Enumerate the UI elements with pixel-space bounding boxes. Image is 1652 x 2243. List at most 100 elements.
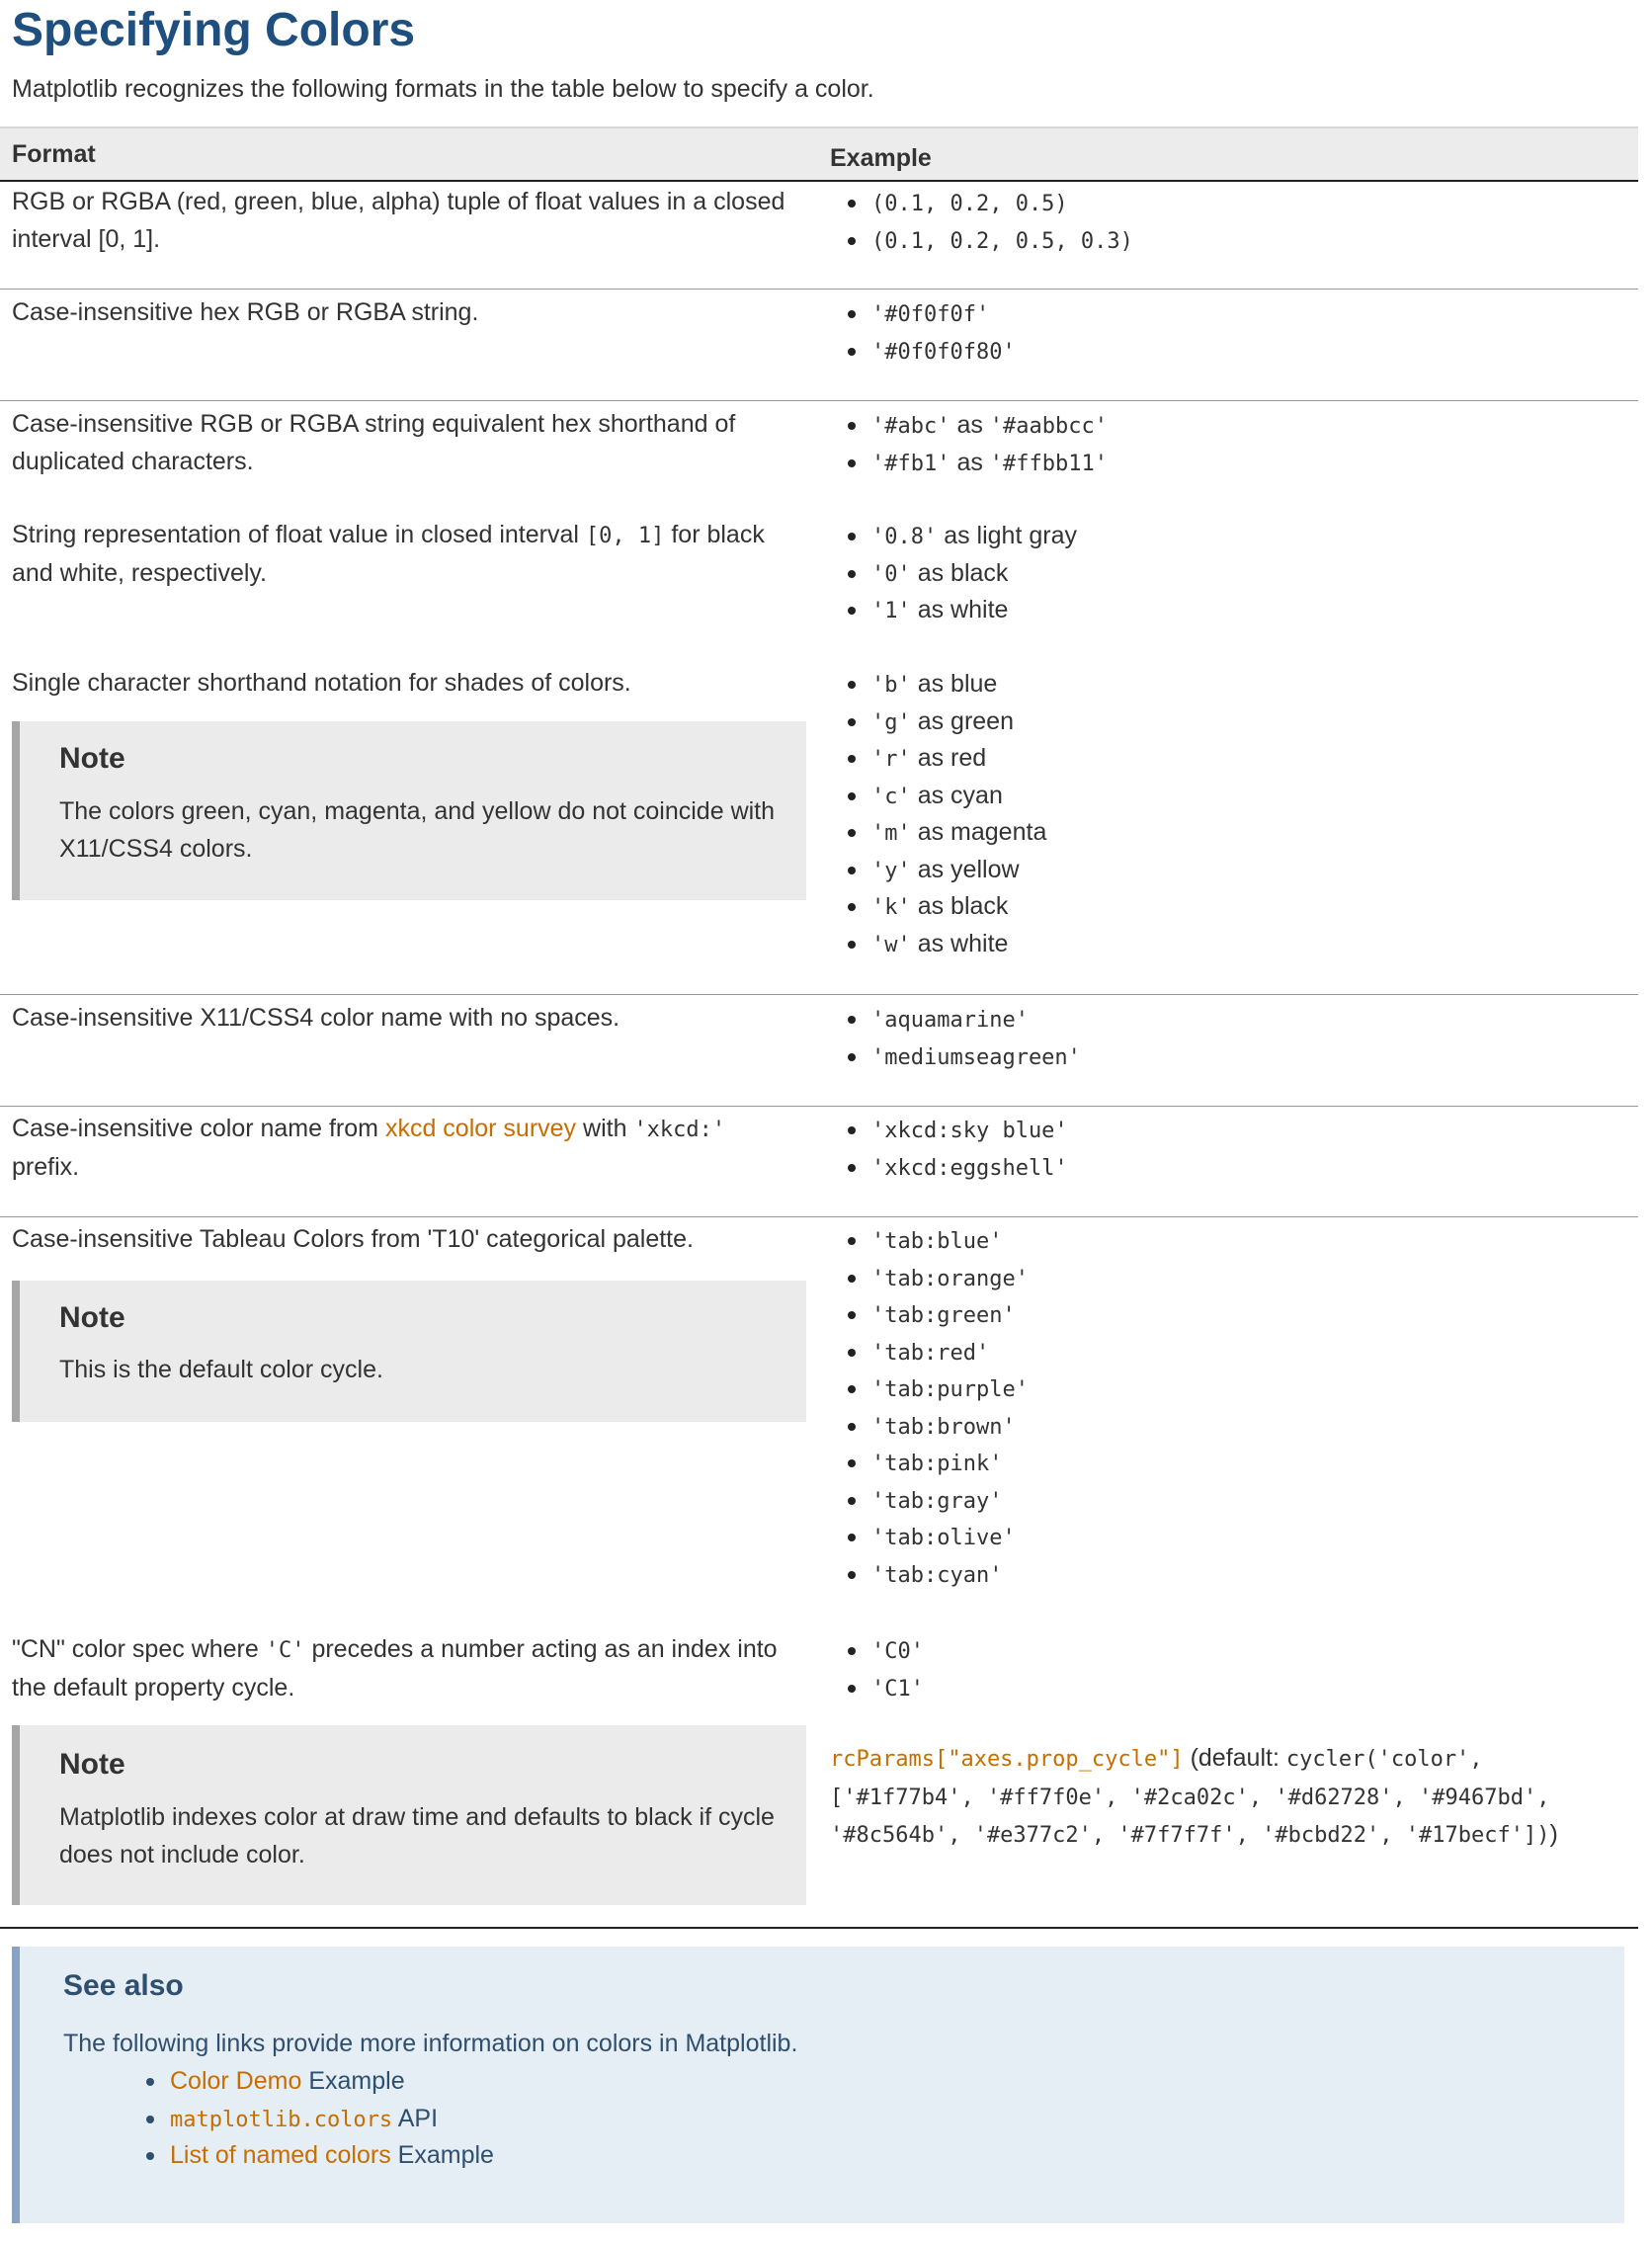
row-divider <box>0 994 1638 995</box>
list-item: 'm' as magenta <box>847 814 1046 852</box>
list-item: 'mediumseagreen' <box>848 1038 1081 1076</box>
list-item: '0' as black <box>848 555 1077 593</box>
rcparams-prop-cycle-link[interactable]: rcParams["axes.prop_cycle"] <box>830 1747 1184 1772</box>
list-item: 'tab:orange' <box>848 1260 1029 1297</box>
color-demo-link[interactable]: Color Demo <box>170 2067 301 2095</box>
table-row-format: Case-insensitive hex RGB or RGBA string. <box>12 298 479 326</box>
code-example: '#ffbb11' <box>989 451 1109 476</box>
example-text: as black <box>917 558 1009 587</box>
example-text: as light gray <box>944 522 1077 549</box>
example-text: as yellow <box>917 855 1020 883</box>
list-item: '#abc' as '#aabbcc' <box>847 407 1109 445</box>
list-item: 'y' as yellow <box>847 852 1046 889</box>
list-item: 'xkcd:eggshell' <box>848 1149 1068 1187</box>
list-item: 'tab:red' <box>848 1334 1029 1371</box>
format-text: "CN" color spec where <box>12 1635 259 1663</box>
code-example: 'y' <box>871 858 911 883</box>
link-suffix: Example <box>397 2141 494 2169</box>
note-body: The colors green, cyan, magenta, and yel… <box>59 797 776 863</box>
code-example: 'C1' <box>871 1676 924 1702</box>
rcparam-default-close: ) <box>1549 1820 1558 1848</box>
table-row-examples: 'b' as blue 'g' as green 'r' as red 'c' … <box>847 666 1046 963</box>
see-also-title: See also <box>63 1969 184 2002</box>
rcparam-default-label: (default: <box>1190 1744 1280 1772</box>
example-text: as white <box>917 596 1009 623</box>
table-row-format: Case-insensitive RGB or RGBA string equi… <box>12 410 736 475</box>
matplotlib-colors-link[interactable]: matplotlib.colors <box>170 2108 392 2132</box>
code-example: 'c' <box>871 784 911 809</box>
example-text: as green <box>917 706 1014 735</box>
named-colors-link[interactable]: List of named colors <box>170 2141 391 2169</box>
code-example: (0.1, 0.2, 0.5, 0.3) <box>871 228 1133 254</box>
list-item: 'tab:brown' <box>848 1408 1029 1446</box>
table-row-examples: '#abc' as '#aabbcc' '#fb1' as '#ffbb11' <box>847 407 1109 482</box>
code-example: 'aquamarine' <box>871 1008 1029 1033</box>
list-item: 'b' as blue <box>847 666 1046 704</box>
code-example: 'xkcd:eggshell' <box>871 1155 1068 1181</box>
list-item: 'tab:green' <box>848 1296 1029 1334</box>
list-item: 'g' as green <box>847 704 1046 741</box>
code-example: 'tab:gray' <box>871 1488 1003 1514</box>
list-item: '0.8' as light gray <box>848 518 1077 555</box>
list-item: 'tab:purple' <box>848 1371 1029 1408</box>
format-code: 'C' <box>265 1638 305 1663</box>
see-also-list: Color Demo Example matplotlib.colors API… <box>146 2063 494 2175</box>
table-row-format: Case-insensitive color name from xkcd co… <box>12 1111 792 1186</box>
code-example: 'g' <box>871 709 911 735</box>
code-example: '0.8' <box>871 525 938 549</box>
rcparam-default-code: ['#1f77b4', '#ff7f0e', '#2ca02c', '#d627… <box>830 1785 1550 1810</box>
row-divider <box>0 289 1638 290</box>
code-example: 'tab:purple' <box>871 1377 1029 1402</box>
list-item: '#fb1' as '#ffbb11' <box>847 445 1109 482</box>
list-item: 'r' as red <box>847 740 1046 778</box>
list-item: 'tab:blue' <box>848 1222 1029 1260</box>
table-bottom-border <box>0 1927 1638 1929</box>
code-example: 'tab:pink' <box>871 1452 1003 1476</box>
code-example: 'b' <box>871 673 911 698</box>
format-code: [0, 1] <box>585 524 665 548</box>
list-item: Color Demo Example <box>146 2063 494 2101</box>
row-divider <box>0 1216 1638 1217</box>
code-example: 'tab:green' <box>871 1303 1016 1328</box>
see-also-box: See also The following links provide mor… <box>12 1947 1624 2223</box>
code-example: 'C0' <box>871 1639 924 1664</box>
code-example: 'xkcd:sky blue' <box>871 1119 1068 1143</box>
rcparam-default: rcParams["axes.prop_cycle"] (default: cy… <box>830 1740 1640 1855</box>
xkcd-color-survey-link[interactable]: xkcd color survey <box>385 1115 576 1142</box>
table-row-format: "CN" color spec where 'C' precedes a num… <box>12 1631 792 1706</box>
row-divider <box>0 1106 1638 1107</box>
table-row-examples: 'aquamarine' 'mediumseagreen' <box>848 1001 1081 1076</box>
page-title: Specifying Colors <box>12 4 416 56</box>
code-example: '#aabbcc' <box>989 414 1109 439</box>
list-item: (0.1, 0.2, 0.5, 0.3) <box>848 222 1133 260</box>
list-item: 'tab:cyan' <box>848 1556 1029 1594</box>
list-item: matplotlib.colors API <box>146 2101 494 2138</box>
list-item: 'tab:pink' <box>848 1445 1029 1482</box>
code-example: 'k' <box>871 895 911 920</box>
list-item: List of named colors Example <box>146 2137 494 2175</box>
code-example: '0' <box>871 561 911 587</box>
list-item: 'k' as black <box>847 888 1046 926</box>
intro-text: Matplotlib recognizes the following form… <box>12 75 874 103</box>
code-example: '1' <box>871 599 911 623</box>
list-item: 'C0' <box>848 1632 924 1670</box>
table-row-format: RGB or RGBA (red, green, blue, alpha) tu… <box>12 188 785 253</box>
list-item: '1' as white <box>848 592 1077 629</box>
format-column-header: Format <box>12 140 96 168</box>
link-suffix: API <box>397 2104 439 2132</box>
table-row-examples: 'tab:blue' 'tab:orange' 'tab:green' 'tab… <box>848 1222 1029 1594</box>
list-item: '#0f0f0f80' <box>848 333 1016 371</box>
code-example: 'tab:brown' <box>871 1414 1016 1440</box>
example-text: as white <box>917 929 1009 957</box>
note-box: Note The colors green, cyan, magenta, an… <box>12 721 806 900</box>
table-row-format: Single character shorthand notation for … <box>12 669 631 697</box>
note-body: This is the default color cycle. <box>59 1356 383 1383</box>
list-item: 'w' as white <box>847 926 1046 963</box>
code-example: '#0f0f0f' <box>871 302 990 327</box>
table-row-examples: (0.1, 0.2, 0.5) (0.1, 0.2, 0.5, 0.3) <box>848 185 1133 260</box>
example-text: as cyan <box>917 781 1003 809</box>
list-item: 'xkcd:sky blue' <box>848 1112 1068 1149</box>
rcparam-default-code: cycler('color', <box>1285 1747 1483 1772</box>
note-title: Note <box>59 1748 125 1781</box>
format-text: with <box>583 1115 627 1142</box>
